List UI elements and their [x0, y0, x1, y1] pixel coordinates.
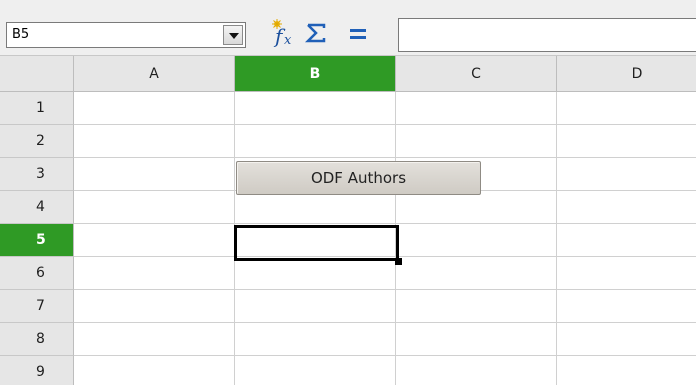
row-number: 3: [36, 166, 45, 182]
row-header-9[interactable]: 9: [0, 356, 74, 385]
row-number: 2: [36, 133, 45, 149]
fill-handle[interactable]: [395, 258, 402, 265]
column-header-a[interactable]: A: [74, 56, 235, 92]
row-number: 1: [36, 100, 45, 116]
row-header-2[interactable]: 2: [0, 125, 74, 158]
row-header-3[interactable]: 3: [0, 158, 74, 191]
name-box-value[interactable]: B5: [12, 27, 29, 42]
column-header-b[interactable]: B: [235, 56, 396, 92]
spreadsheet-grid: A B C D 1 2 3 4 5 6 7 8 9: [0, 56, 696, 385]
grid-line: [74, 223, 696, 224]
row-header-7[interactable]: 7: [0, 290, 74, 323]
row-header-1[interactable]: 1: [0, 92, 74, 125]
row-header-4[interactable]: 4: [0, 191, 74, 224]
grid-line: [74, 322, 696, 323]
odf-authors-button[interactable]: ODF Authors: [236, 161, 481, 195]
row-header-6[interactable]: 6: [0, 257, 74, 290]
row-number: 9: [36, 364, 45, 380]
grid-line: [74, 157, 696, 158]
row-number: 7: [36, 298, 45, 314]
column-header-c[interactable]: C: [396, 56, 557, 92]
name-box[interactable]: B5: [6, 22, 246, 48]
row-header-5[interactable]: 5: [0, 224, 74, 257]
grid-line: [74, 124, 696, 125]
row-number: 6: [36, 265, 45, 281]
function-wizard-icon[interactable]: f x: [268, 18, 298, 48]
equals-icon[interactable]: [344, 18, 374, 48]
grid-line: [74, 355, 696, 356]
svg-text:x: x: [284, 33, 292, 48]
formula-bar: B5 f x: [0, 0, 696, 56]
select-all-corner[interactable]: [0, 56, 74, 92]
row-header-8[interactable]: 8: [0, 323, 74, 356]
sum-icon[interactable]: [302, 18, 332, 48]
chevron-down-icon[interactable]: [223, 25, 243, 45]
row-number: 8: [36, 331, 45, 347]
cell-cursor-b5[interactable]: [234, 225, 399, 261]
grid-line: [74, 289, 696, 290]
formula-input[interactable]: [398, 18, 696, 52]
row-number: 4: [36, 199, 45, 215]
column-header-d[interactable]: D: [557, 56, 696, 92]
grid-line: [556, 92, 557, 385]
row-number: 5: [36, 232, 46, 248]
